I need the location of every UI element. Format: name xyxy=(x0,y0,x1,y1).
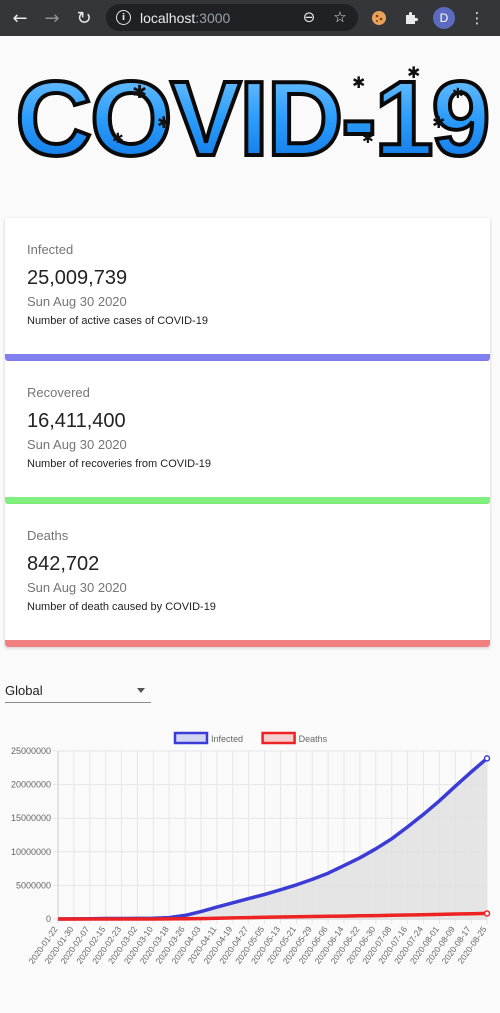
svg-text:✱: ✱ xyxy=(452,85,464,101)
kebab-menu-icon[interactable]: ⋮ xyxy=(466,7,488,29)
covid-line-chart: Infected Deaths 0 5000000 10000000 15000000 20… xyxy=(11,731,491,966)
url-text[interactable]: localhost:3000 xyxy=(140,10,230,26)
legend-label-infected: Infected xyxy=(211,734,243,744)
card-accent-bar xyxy=(5,354,490,361)
y-tick-label: 5000000 xyxy=(16,880,51,890)
svg-text:✱: ✱ xyxy=(432,115,445,132)
address-bar[interactable]: i localhost:3000 ⊖ ☆ xyxy=(106,4,358,31)
svg-text:✱: ✱ xyxy=(112,130,124,146)
card-description: Number of active cases of COVID-19 xyxy=(27,315,208,327)
card-date: Sun Aug 30 2020 xyxy=(27,580,127,595)
infected-card: Infected 25,009,739 Sun Aug 30 2020 Numb… xyxy=(5,218,490,361)
dropdown-arrow-icon[interactable] xyxy=(137,688,145,693)
y-tick-label: 0 xyxy=(46,914,51,924)
card-accent-bar xyxy=(5,640,490,647)
y-tick-label: 25000000 xyxy=(11,746,51,756)
card-label: Deaths xyxy=(27,528,69,543)
legend-label-deaths: Deaths xyxy=(299,734,328,744)
svg-text:✱: ✱ xyxy=(407,65,420,82)
url-port: :3000 xyxy=(195,9,231,26)
svg-text:✱: ✱ xyxy=(352,75,365,92)
url-host: localhost xyxy=(140,9,196,26)
legend-swatch-infected xyxy=(173,731,209,745)
zoom-icon[interactable]: ⊖ xyxy=(300,8,318,26)
svg-text:✱: ✱ xyxy=(132,82,147,102)
card-date: Sun Aug 30 2020 xyxy=(27,294,127,309)
card-date: Sun Aug 30 2020 xyxy=(27,437,127,452)
y-tick-label: 10000000 xyxy=(11,847,51,857)
card-label: Recovered xyxy=(27,385,90,400)
legend-swatch-deaths xyxy=(261,731,296,745)
card-label: Infected xyxy=(27,242,74,257)
card-description: Number of death caused by COVID-19 xyxy=(27,601,216,613)
reload-icon[interactable]: ↻ xyxy=(72,6,96,30)
profile-avatar[interactable]: D xyxy=(433,7,455,29)
card-accent-bar xyxy=(5,497,490,504)
y-tick-label: 20000000 xyxy=(11,780,51,790)
card-value: 25,009,739 xyxy=(27,267,128,289)
series-area-infected xyxy=(58,758,487,919)
extensions-puzzle-icon[interactable] xyxy=(400,7,422,29)
browser-toolbar: ← → ↻ i localhost:3000 ⊖ ☆ D ⋮ xyxy=(0,0,500,36)
series-point-infected xyxy=(483,755,491,762)
cookie-extension-icon[interactable] xyxy=(368,7,390,29)
covid-logo: COVID-19 ✱ ✱ ✱ ✱ ✱ ✱ ✱ ✱ xyxy=(12,58,493,180)
deaths-card: Deaths 842,702 Sun Aug 30 2020 Number of… xyxy=(5,504,490,647)
country-select[interactable]: Global xyxy=(5,678,151,703)
forward-arrow-icon[interactable]: → xyxy=(40,6,64,30)
card-value: 16,411,400 xyxy=(27,410,126,432)
svg-text:✱: ✱ xyxy=(362,130,374,146)
recovered-card: Recovered 16,411,400 Sun Aug 30 2020 Num… xyxy=(5,361,490,504)
country-select-value: Global xyxy=(5,682,43,698)
back-arrow-icon[interactable]: ← xyxy=(8,6,32,30)
bookmark-star-icon[interactable]: ☆ xyxy=(331,8,349,26)
info-icon[interactable]: i xyxy=(116,10,131,25)
y-tick-label: 15000000 xyxy=(11,813,51,823)
series-point-deaths xyxy=(483,910,491,917)
card-value: 842,702 xyxy=(27,553,100,575)
svg-text:✱: ✱ xyxy=(157,115,170,132)
card-description: Number of recoveries from COVID-19 xyxy=(27,458,211,470)
